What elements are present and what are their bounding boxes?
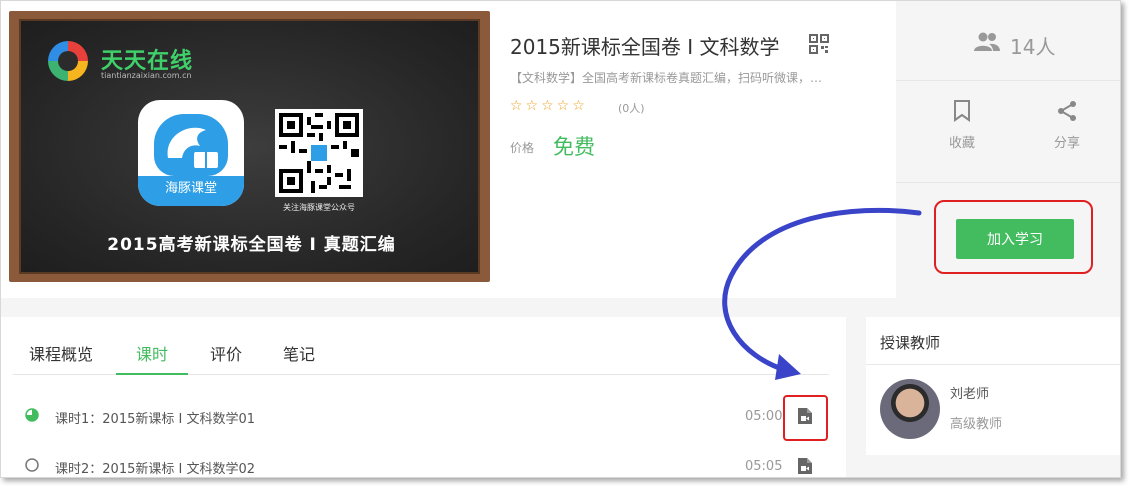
course-cover-image: 天天在线 tiantianzaixian.com.cn 海豚课堂 关注海豚课堂公… (9, 11, 490, 282)
teacher-title: 高级教师 (950, 417, 1003, 432)
rating-count: (0人) (618, 102, 645, 115)
lesson-duration: 05:00 (745, 409, 783, 424)
teacher-name[interactable]: 刘老师 (950, 383, 989, 402)
chalkboard: 天天在线 tiantianzaixian.com.cn 海豚课堂 关注海豚课堂公… (19, 19, 480, 274)
tab-lessons[interactable]: 课时 (116, 341, 189, 375)
page-frame: 天天在线 tiantianzaixian.com.cn 海豚课堂 关注海豚课堂公… (0, 0, 1121, 478)
cover-qr-code-icon (275, 109, 363, 197)
annotation-arrow (722, 207, 922, 380)
progress-half-icon (25, 408, 39, 422)
bookmark-icon (954, 100, 970, 122)
course-description: 【文科数学】全国高考新课标卷真题汇编，扫码听微课，… (510, 71, 823, 85)
teacher-avatar[interactable] (880, 379, 940, 439)
favorite-label: 收藏 (948, 136, 975, 151)
dolphin-icon (154, 114, 228, 176)
share-label: 分享 (1053, 136, 1080, 151)
lesson-item[interactable]: 课时2：2015新课标 I 文科数学02 05:05 (25, 451, 825, 477)
lesson-title[interactable]: 课时1：2015新课标 I 文科数学01 (55, 408, 255, 427)
share-button[interactable]: 分享 (1037, 100, 1097, 151)
progress-empty-icon (25, 458, 39, 472)
tab-notes[interactable]: 笔记 (283, 341, 315, 375)
lesson-title[interactable]: 课时2：2015新课标 I 文科数学02 (55, 458, 255, 477)
join-button-highlight (934, 200, 1093, 274)
tab-overview[interactable]: 课程概览 (29, 341, 93, 375)
lesson-duration: 05:05 (745, 459, 783, 474)
tab-reviews[interactable]: 评价 (210, 341, 242, 375)
price-label: 价格 (510, 141, 535, 155)
dolphin-app-icon: 海豚课堂 (138, 100, 244, 206)
app-icon-label: 海豚课堂 (138, 176, 244, 206)
price-value: 免费 (553, 135, 595, 159)
share-icon (1058, 101, 1076, 121)
course-actions: 收藏 分享 (896, 82, 1120, 183)
rating-stars: ☆☆☆☆☆ (510, 98, 588, 114)
course-title: 2015新课标全国卷 I 文科数学 (510, 35, 780, 59)
cover-title: 2015高考新课标全国卷 I 真题汇编 (107, 235, 396, 255)
student-count-section: 14人 (896, 1, 1120, 81)
brand-logo-url: tiantianzaixian.com.cn (101, 71, 192, 80)
video-icon-highlight (783, 395, 828, 441)
video-file-icon[interactable] (797, 457, 813, 475)
cover-qr-caption: 关注海豚课堂公众号 (283, 203, 355, 212)
brand-logo-icon (48, 41, 88, 81)
favorite-button[interactable]: 收藏 (932, 100, 992, 151)
people-icon (974, 32, 1000, 51)
qr-code-icon[interactable] (809, 34, 829, 54)
lesson-item[interactable]: 课时1：2015新课标 I 文科数学01 05:00 (25, 401, 825, 431)
student-count: 14人 (1010, 35, 1056, 59)
